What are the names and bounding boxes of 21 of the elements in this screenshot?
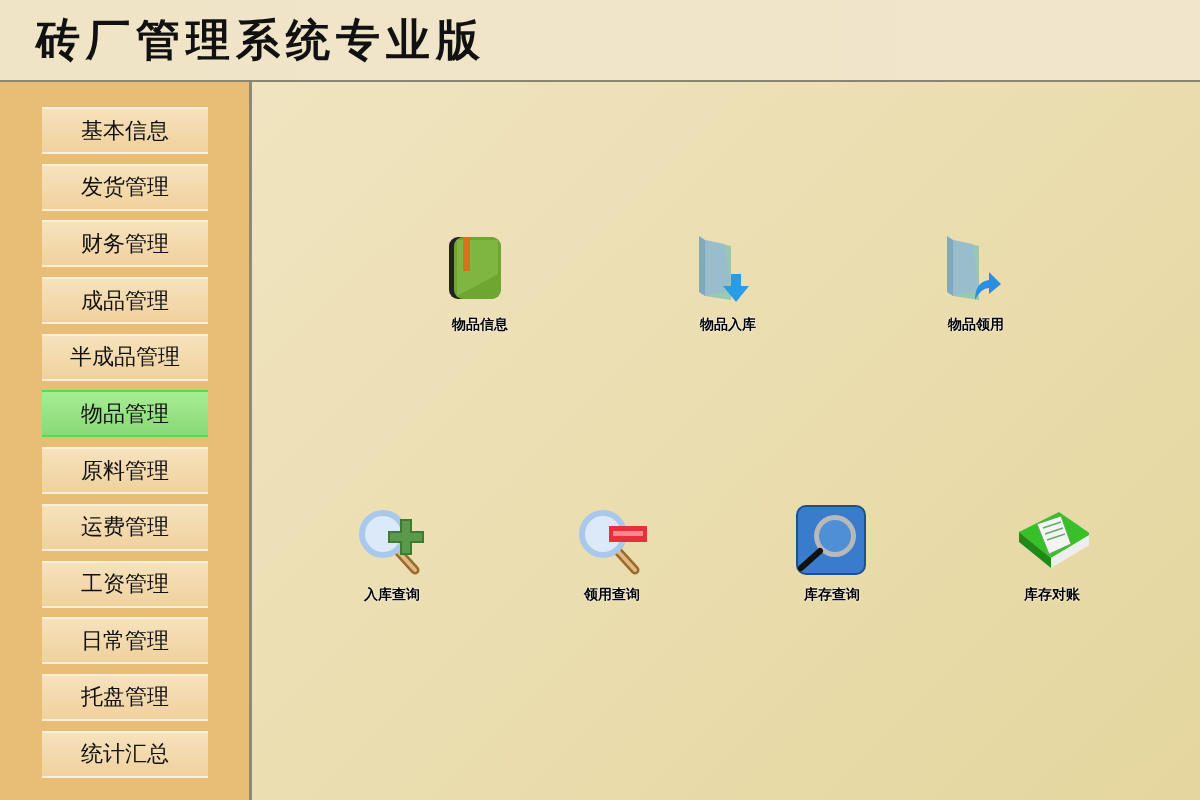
tile-label[interactable]: 物品信息: [452, 316, 508, 334]
sidebar-item[interactable]: 物品管理: [42, 390, 208, 438]
app-title: 砖厂管理系统专业版: [36, 12, 486, 67]
sidebar-item[interactable]: 财务管理: [42, 220, 208, 268]
sidebar-item[interactable]: 基本信息: [42, 107, 208, 154]
tile-label[interactable]: 库存查询: [804, 586, 860, 604]
tile-label[interactable]: 领用查询: [584, 586, 640, 604]
sidebar-item[interactable]: 统计汇总: [42, 730, 208, 778]
sidebar-item[interactable]: 成品管理: [42, 277, 208, 325]
magnifier-icon[interactable]: [795, 504, 869, 576]
sidebar-item[interactable]: 发货管理: [42, 163, 208, 211]
sidebar-item[interactable]: 半成品管理: [42, 333, 208, 381]
sidebar-item[interactable]: 日常管理: [42, 617, 208, 665]
tile-label[interactable]: 物品领用: [948, 316, 1004, 334]
sidebar-item[interactable]: 工资管理: [42, 560, 208, 608]
tile-label[interactable]: 库存对账: [1024, 586, 1080, 604]
tile-label[interactable]: 物品入库: [700, 316, 756, 334]
sidebar-item[interactable]: 运费管理: [42, 503, 208, 551]
sidebar-item[interactable]: 原料管理: [42, 447, 208, 495]
sidebar-item[interactable]: 托盘管理: [42, 673, 208, 721]
tile-label[interactable]: 入库查询: [364, 586, 420, 604]
